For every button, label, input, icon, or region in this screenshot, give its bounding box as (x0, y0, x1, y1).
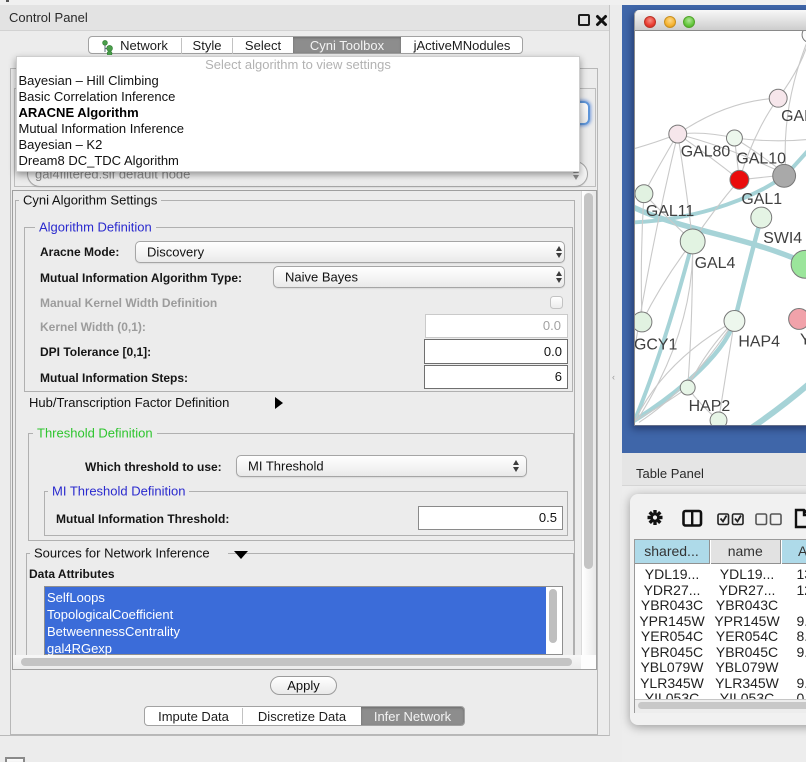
svg-text:HAP4: HAP4 (738, 333, 780, 350)
svg-text:GAL10: GAL10 (736, 150, 786, 167)
svg-text:GAL4: GAL4 (695, 255, 736, 272)
svg-text:GAL7: GAL7 (781, 108, 806, 125)
svg-text:GCY1: GCY1 (634, 336, 677, 353)
svg-text:Y: Y (800, 331, 806, 348)
svg-text:GAL80: GAL80 (681, 143, 731, 160)
svg-text:SWI4: SWI4 (763, 230, 802, 247)
svg-text:GAL11: GAL11 (646, 203, 694, 220)
svg-text:HAP2: HAP2 (689, 398, 731, 415)
svg-text:GAL1: GAL1 (741, 191, 782, 208)
